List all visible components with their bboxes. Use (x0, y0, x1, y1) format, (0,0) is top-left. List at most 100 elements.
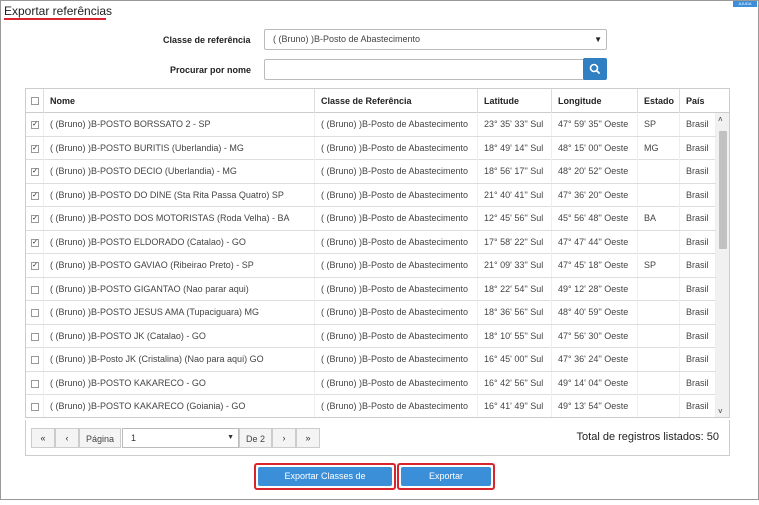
cell-longitude: 49° 14' 04'' Oeste (552, 371, 638, 395)
table-row[interactable]: ✓ ( (Bruno) )B-POSTO DO DINE (Sta Rita Pa… (26, 183, 716, 207)
table-row[interactable]: ✓ ( (Bruno) )B-POSTO BURITIS (Uberlandia)… (26, 136, 716, 160)
cell-latitude: 21° 09' 33'' Sul (478, 254, 552, 277)
row-checkbox-cell: ✓ (26, 136, 44, 160)
cell-nome: ( (Bruno) )B-POSTO KAKARECO - GO (44, 371, 315, 395)
cell-latitude: 16° 45' 00'' Sul (478, 348, 552, 371)
cell-pais: Brasil (680, 207, 716, 230)
checkmark-icon: ✓ (32, 144, 38, 152)
cell-pais: Brasil (680, 301, 716, 324)
last-page-button[interactable]: » (296, 428, 320, 448)
table-scrollbar[interactable]: ˄ ˅ (716, 113, 729, 417)
row-checkbox[interactable]: ✓ (31, 238, 39, 247)
table-row[interactable]: ✓ ( (Bruno) )B-POSTO DECIO (Uberlandia) -… (26, 160, 716, 184)
cell-pais: Brasil (680, 254, 716, 277)
cell-classe: ( (Bruno) )B-Posto de Abastecimento (315, 160, 478, 183)
export-classes-label: Exportar Classes de referências (258, 467, 392, 500)
double-chevron-left-icon: « (40, 433, 46, 443)
cell-pais: Brasil (680, 183, 716, 207)
chevron-down-icon: ▼ (594, 35, 602, 44)
search-button[interactable] (583, 58, 607, 80)
cell-longitude: 47° 56' 30'' Oeste (552, 324, 638, 348)
table-row[interactable]: ( (Bruno) )B-Posto JK (Cristalina) (Nao … (26, 348, 716, 372)
cell-nome: ( (Bruno) )B-POSTO JK (Catalao) - GO (44, 324, 315, 348)
cell-estado: SP (638, 254, 680, 277)
chevron-up-icon[interactable]: ˄ (718, 115, 723, 124)
double-chevron-right-icon: » (305, 433, 311, 443)
row-checkbox[interactable] (31, 332, 39, 341)
first-page-button[interactable]: « (31, 428, 55, 448)
header-estado[interactable]: Estado (638, 89, 680, 113)
checkmark-icon: ✓ (32, 121, 38, 128)
cell-longitude: 47° 59' 35'' Oeste (552, 113, 638, 136)
table-row[interactable]: ( (Bruno) )B-POSTO JESUS AMA (Tupaciguar… (26, 301, 716, 325)
cell-nome: ( (Bruno) )B-POSTO BORSSATO 2 - SP (44, 113, 315, 136)
cell-latitude: 18° 56' 17'' Sul (478, 160, 552, 183)
cell-classe: ( (Bruno) )B-Posto de Abastecimento (315, 113, 478, 136)
cell-estado (638, 230, 680, 254)
export-classes-button[interactable]: Exportar Classes de referências (254, 463, 396, 500)
cell-pais: Brasil (680, 277, 716, 301)
row-checkbox[interactable]: ✓ (31, 191, 39, 200)
table-row[interactable]: ✓ ( (Bruno) )B-POSTO DOS MOTORISTAS (Roda… (26, 207, 716, 231)
table-row[interactable]: ✓ ( (Bruno) )B-POSTO GAVIAO (Ribeirao Pre… (26, 254, 716, 278)
export-references-button[interactable]: Exportar Referências (397, 463, 495, 500)
cell-classe: ( (Bruno) )B-Posto de Abastecimento (315, 277, 478, 301)
cell-pais: Brasil (680, 348, 716, 371)
table-row[interactable]: ( (Bruno) )B-POSTO KAKARECO (Goiania) - … (26, 395, 716, 417)
pagination-bar: « ‹ Página 1 ▼ De 2 › » Total de registr… (25, 420, 730, 456)
page-select-value: 1 (131, 433, 137, 443)
prev-page-button[interactable]: ‹ (55, 428, 79, 448)
page-label: Página (79, 428, 122, 448)
export-references-label: Exportar Referências (401, 467, 491, 500)
header-classe[interactable]: Classe de Referência (315, 89, 478, 113)
page-count-label: De 2 (239, 428, 273, 448)
row-checkbox-cell: ✓ (26, 230, 44, 254)
row-checkbox[interactable] (31, 285, 39, 294)
row-checkbox[interactable] (31, 356, 39, 364)
header-longitude[interactable]: Longitude (552, 89, 638, 113)
row-checkbox-cell (26, 301, 44, 324)
checkmark-icon: ✓ (32, 262, 38, 269)
header-select-all-cell (26, 89, 44, 113)
table-row[interactable]: ✓ ( (Bruno) )B-POSTO BORSSATO 2 - SP( (Br… (26, 113, 716, 137)
help-tag[interactable]: AJUDA (733, 1, 757, 7)
row-checkbox[interactable]: ✓ (31, 121, 39, 129)
cell-latitude: 12° 45' 56'' Sul (478, 207, 552, 230)
cell-pais: Brasil (680, 113, 716, 136)
row-checkbox-cell: ✓ (26, 113, 44, 136)
scrollbar-thumb[interactable] (719, 131, 727, 249)
cell-nome: ( (Bruno) )B-POSTO GIGANTAO (Nao parar a… (44, 277, 315, 301)
next-page-button[interactable]: › (272, 428, 296, 448)
row-checkbox-cell (26, 277, 44, 301)
row-checkbox[interactable] (31, 309, 39, 317)
row-checkbox[interactable]: ✓ (31, 144, 39, 153)
search-icon (589, 63, 600, 74)
row-checkbox[interactable]: ✓ (31, 262, 39, 270)
header-latitude[interactable]: Latitude (478, 89, 552, 113)
cell-latitude: 18° 10' 55'' Sul (478, 324, 552, 348)
row-checkbox[interactable] (31, 403, 39, 411)
row-checkbox[interactable]: ✓ (31, 215, 39, 223)
search-input[interactable] (264, 59, 584, 80)
cell-latitude: 16° 42' 56'' Sul (478, 371, 552, 395)
row-checkbox[interactable]: ✓ (31, 168, 39, 176)
cell-nome: ( (Bruno) )B-POSTO KAKARECO (Goiania) - … (44, 395, 315, 417)
chevron-down-icon[interactable]: ˅ (718, 407, 723, 416)
table-row[interactable]: ✓ ( (Bruno) )B-POSTO ELDORADO (Catalao) -… (26, 230, 716, 254)
chevron-left-icon: ‹ (65, 433, 69, 443)
select-all-checkbox[interactable] (31, 97, 39, 105)
row-checkbox[interactable] (31, 379, 39, 388)
table-row[interactable]: ( (Bruno) )B-POSTO KAKARECO - GO( (Bruno… (26, 371, 716, 395)
cell-estado (638, 348, 680, 371)
page-select[interactable]: 1 ▼ (122, 428, 239, 448)
cell-latitude: 16° 41' 49'' Sul (478, 395, 552, 417)
cell-pais: Brasil (680, 371, 716, 395)
header-pais[interactable]: País (680, 89, 729, 113)
class-select[interactable]: ( (Bruno) )B-Posto de Abastecimento ▼ (264, 29, 607, 50)
cell-estado (638, 324, 680, 348)
table-row[interactable]: ( (Bruno) )B-POSTO JK (Catalao) - GO( (B… (26, 324, 716, 348)
header-nome[interactable]: Nome (44, 89, 315, 113)
cell-classe: ( (Bruno) )B-Posto de Abastecimento (315, 230, 478, 254)
table-row[interactable]: ( (Bruno) )B-POSTO GIGANTAO (Nao parar a… (26, 277, 716, 301)
cell-longitude: 49° 13' 54'' Oeste (552, 395, 638, 417)
